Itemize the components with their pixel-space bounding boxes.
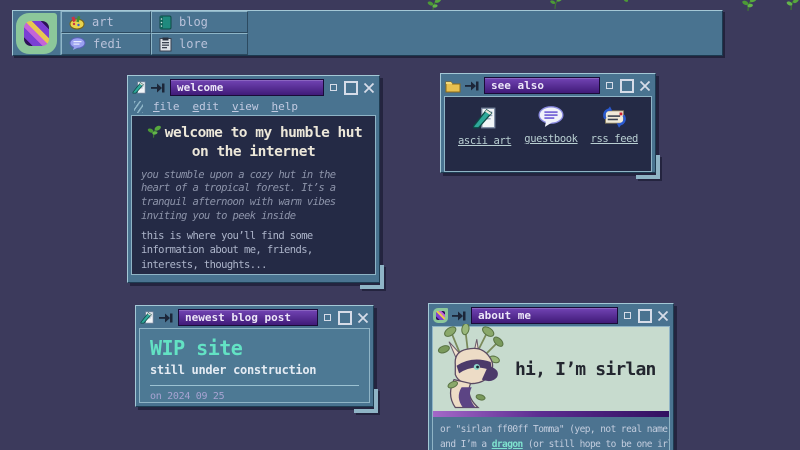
link-ascii-art[interactable]: ascii art: [458, 105, 511, 147]
blog-titlebar[interactable]: newest blog post: [139, 308, 370, 327]
pin-icon[interactable]: [151, 83, 166, 93]
link-rss-feed[interactable]: rss feed: [591, 105, 638, 145]
resize-handle[interactable]: [354, 389, 378, 413]
link-label: ascii art: [458, 135, 511, 147]
mail-feed-icon: [601, 105, 628, 129]
nav-button-label: blog: [179, 15, 208, 29]
maximize-icon[interactable]: [338, 311, 352, 325]
desktop: art blog fedi: [0, 0, 800, 450]
leaf-logo-icon: [433, 308, 448, 323]
notepad-icon: [132, 80, 147, 95]
minimize-icon[interactable]: [624, 312, 631, 319]
minimize-icon[interactable]: [324, 314, 331, 321]
menu-grip[interactable]: [134, 101, 143, 113]
about-banner: hi, I’m sirlan: [432, 326, 670, 411]
nav-button-art[interactable]: art: [61, 11, 151, 33]
about-greeting: hi, I’m sirlan: [515, 359, 656, 380]
minimize-icon[interactable]: [330, 84, 337, 91]
leaf-sprig-icon: [782, 0, 800, 12]
close-icon[interactable]: [639, 80, 651, 92]
see-also-content: ascii art guestbook: [444, 96, 652, 172]
post-date: on 2024 09 25: [150, 391, 359, 402]
menu-item-edit[interactable]: edit: [193, 100, 220, 113]
link-label: rss feed: [591, 133, 638, 145]
welcome-window-title: welcome: [170, 79, 324, 96]
clipboard-icon: [159, 37, 172, 52]
folder-icon: [445, 79, 461, 93]
close-icon[interactable]: [357, 312, 369, 324]
maximize-icon[interactable]: [344, 81, 358, 95]
menu-item-view[interactable]: view: [232, 100, 259, 113]
notebook-icon: [159, 15, 172, 30]
about-line-2: and I’m a dragon (or still hope to be on…: [440, 438, 662, 450]
maximize-icon[interactable]: [620, 79, 634, 93]
blog-content: WIP site still under construction on 202…: [139, 328, 370, 403]
top-nav-bar: art blog fedi: [12, 10, 723, 56]
post-title[interactable]: WIP site: [150, 336, 359, 360]
maximize-icon[interactable]: [638, 309, 652, 323]
about-line-1: or "sirlan ff00ff Tomma" (yep, not real …: [440, 423, 662, 438]
menu-item-file[interactable]: file: [153, 100, 180, 113]
nav-button-label: art: [92, 15, 114, 29]
welcome-heading: welcome to my humble hut on the internet: [141, 124, 366, 162]
welcome-titlebar[interactable]: welcome: [131, 78, 376, 97]
nav-button-grid: art blog fedi: [61, 11, 248, 55]
minimize-icon[interactable]: [606, 82, 613, 89]
welcome-info-text: this is where you’ll find some informati…: [141, 229, 366, 272]
site-logo[interactable]: [13, 11, 61, 55]
welcome-window: welcome file edit view help welcome to m…: [127, 75, 380, 283]
leaf-icon: [145, 125, 162, 139]
notepad-icon: [472, 105, 498, 131]
nav-button-blog[interactable]: blog: [151, 11, 248, 33]
dragon-drawing: [435, 324, 511, 410]
nav-button-lore[interactable]: lore: [151, 33, 248, 55]
leaf-sprig-icon: [738, 0, 758, 12]
notepad-icon: [140, 310, 155, 325]
about-titlebar[interactable]: about me: [432, 306, 670, 325]
about-body: or "sirlan ff00ff Tomma" (yep, not real …: [432, 417, 670, 450]
palette-icon: [69, 15, 85, 30]
about-line-2-post: (or still hope to be one irl): [523, 439, 670, 450]
welcome-menubar: file edit view help: [131, 98, 376, 115]
pin-icon[interactable]: [159, 313, 174, 323]
post-subtitle: still under construction: [150, 363, 359, 377]
pin-icon[interactable]: [452, 311, 467, 321]
nav-button-label: lore: [179, 37, 208, 51]
close-icon[interactable]: [363, 82, 375, 94]
pin-icon[interactable]: [465, 81, 480, 91]
welcome-story-text: you stumble upon a cozy hut in the heart…: [141, 169, 366, 224]
welcome-content: welcome to my humble hut on the internet…: [131, 115, 376, 275]
link-label: guestbook: [524, 133, 577, 145]
leaf-sprig-icon: [547, 0, 563, 10]
about-line-2-pre: and I’m a: [440, 439, 492, 450]
nav-button-label: fedi: [93, 37, 122, 51]
menu-item-help[interactable]: help: [272, 100, 299, 113]
resize-handle[interactable]: [636, 155, 660, 179]
see-also-window: see also ascii art: [440, 73, 656, 173]
leaf-logo-icon: [16, 13, 57, 54]
see-also-window-title: see also: [484, 77, 600, 94]
nav-button-fedi[interactable]: fedi: [61, 33, 151, 55]
see-also-titlebar[interactable]: see also: [444, 76, 652, 95]
blog-window-title: newest blog post: [178, 309, 318, 326]
divider: [150, 385, 359, 386]
welcome-heading-text: welcome to my humble hut on the internet: [165, 125, 363, 160]
blog-post-window: newest blog post WIP site still under co…: [135, 305, 374, 407]
about-me-window: about me: [428, 303, 674, 450]
dragon-link[interactable]: dragon: [492, 439, 523, 450]
close-icon[interactable]: [657, 310, 669, 322]
leaf-sprig-icon: [620, 0, 632, 6]
link-guestbook[interactable]: guestbook: [524, 105, 577, 145]
resize-handle[interactable]: [360, 265, 384, 289]
speech-bubble-icon: [69, 37, 86, 51]
speech-bubble-icon: [537, 105, 565, 129]
about-window-title: about me: [471, 307, 618, 324]
